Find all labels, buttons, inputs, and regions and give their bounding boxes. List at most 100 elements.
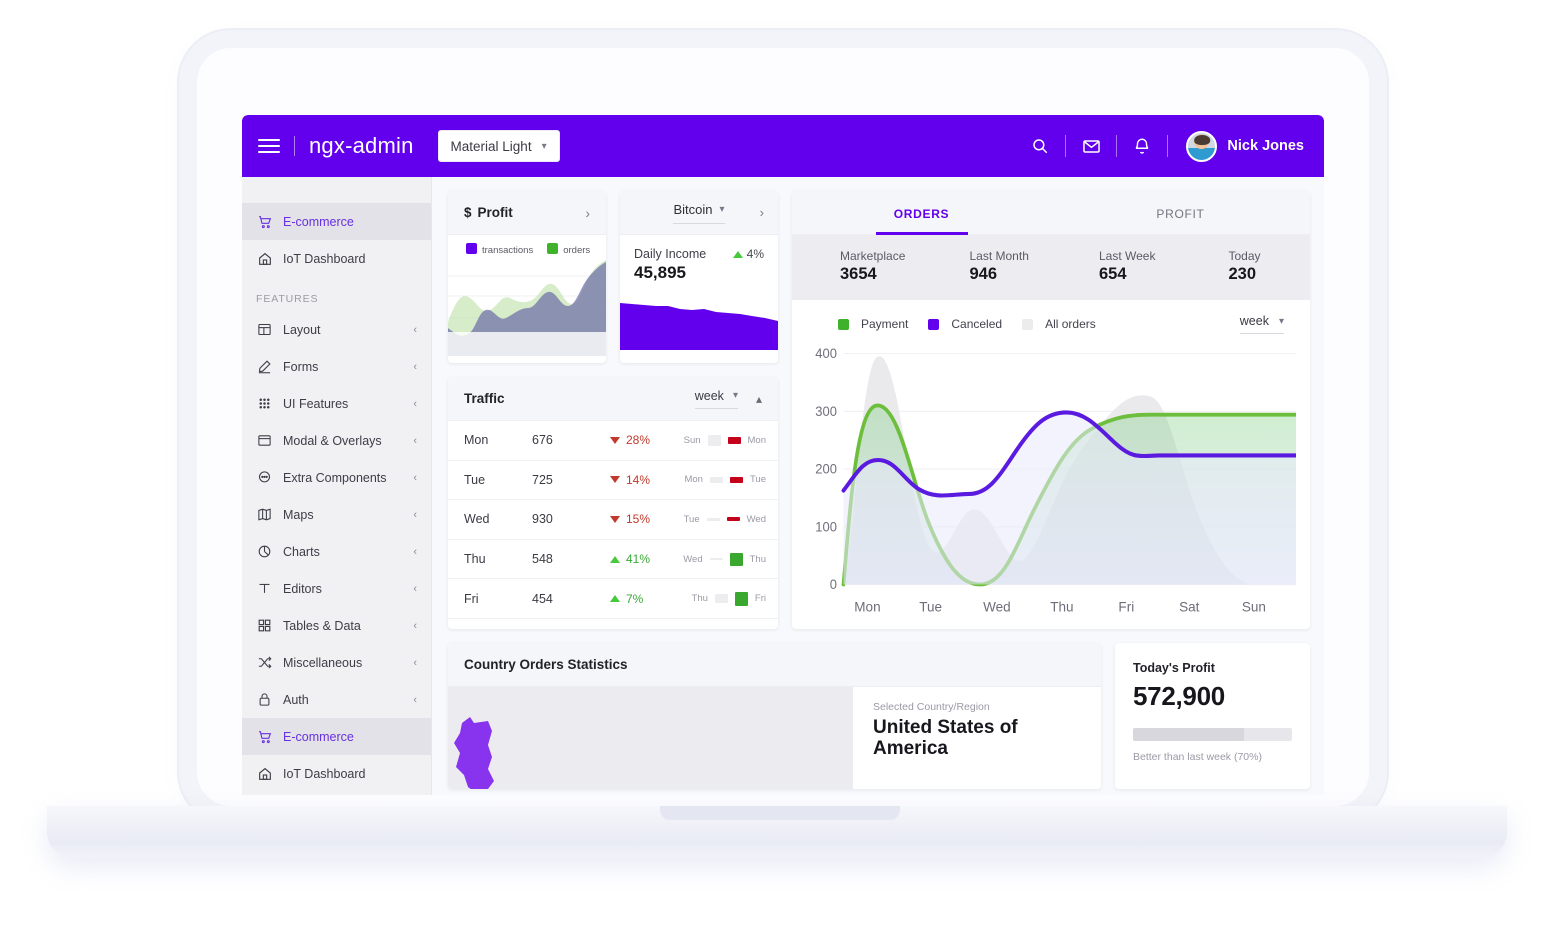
orders-period-select[interactable]: week ▾ (1239, 314, 1284, 334)
mini-bar-prev (709, 476, 723, 483)
todays-profit-card: Today's Profit 572,900 Better than last … (1115, 643, 1310, 789)
chevron-left-icon: ‹ (413, 471, 417, 484)
svg-text:100: 100 (815, 519, 837, 534)
tab-profit[interactable]: PROFIT (1051, 191, 1310, 234)
table-row[interactable]: Tue 725 14% Mon Tue (448, 461, 778, 501)
triangle-down-icon (610, 515, 620, 523)
bitcoin-currency-label: Bitcoin (673, 201, 713, 217)
legend-label: All orders (1045, 317, 1096, 331)
sidebar-item-ecommerce-top[interactable]: E-commerce (242, 203, 431, 240)
stat-label: Marketplace (840, 249, 906, 263)
app-window: ngx-admin Material Light ▾ Nick Jones E-… (242, 115, 1324, 795)
header-icon-sep-1 (1065, 135, 1067, 157)
stat-last-month: Last Month 946 (922, 249, 1052, 284)
traffic-period-select[interactable]: week ▾ (694, 389, 738, 409)
grid-dots-icon (256, 395, 273, 412)
todays-profit-progress (1133, 728, 1292, 741)
sidebar-item-ui-features[interactable]: UI Features ‹ (242, 385, 431, 422)
daily-income-delta: 4% (732, 247, 764, 261)
sidebar-item-layout[interactable]: Layout ‹ (242, 311, 431, 348)
bitcoin-card: Bitcoin ▾ › Daily Income 4% 45,895 (620, 191, 778, 363)
triangle-down-icon (610, 476, 620, 484)
mini-bar-prev (707, 434, 721, 446)
chevron-right-icon[interactable]: › (585, 205, 590, 221)
country-card-header: Country Orders Statistics (448, 643, 1101, 687)
chevron-left-icon: ‹ (413, 656, 417, 669)
traffic-mini-compare: Thu Fri (682, 591, 766, 606)
small-cards-row: $ Profit › transactions orders Bitcoin ▾… (448, 191, 778, 363)
legend-payment[interactable]: Payment (838, 317, 908, 331)
sidebar-item-tables-data[interactable]: Tables & Data ‹ (242, 607, 431, 644)
search-icon[interactable] (1023, 129, 1057, 163)
mini-bar-prev (706, 517, 720, 521)
bitcoin-card-body: Daily Income 4% 45,895 (620, 235, 778, 283)
pencil-icon (256, 358, 273, 375)
stat-value: 230 (1228, 265, 1257, 283)
traffic-delta: 28% (610, 433, 682, 447)
hamburger-icon[interactable] (258, 135, 280, 157)
mini-bar-prev (714, 594, 728, 604)
sidebar-item-iot-top[interactable]: IoT Dashboard (242, 240, 431, 277)
legend-all-orders[interactable]: All orders (1022, 317, 1096, 331)
sidebar-item-label: Editors (283, 581, 322, 596)
triangle-up-icon (610, 555, 620, 563)
sidebar-group-features: FEATURES (256, 293, 319, 305)
traffic-delta: 7% (610, 592, 682, 606)
traffic-mini-compare: Wed Thu (682, 552, 766, 566)
traffic-value: 548 (532, 552, 553, 567)
cart-icon (256, 728, 273, 745)
profit-area-chart (448, 260, 606, 356)
brand-title[interactable]: ngx-admin (309, 133, 414, 159)
sidebar-item-miscellaneous[interactable]: Miscellaneous ‹ (242, 644, 431, 681)
legend-swatch (928, 318, 940, 330)
traffic-prev-label: Sun (683, 434, 701, 446)
sidebar-item-modal-overlays[interactable]: Modal & Overlays ‹ (242, 422, 431, 459)
traffic-prev-label: Mon (684, 474, 703, 486)
traffic-pct: 41% (626, 552, 651, 567)
traffic-mini-compare: Tue Wed (682, 514, 766, 525)
sidebar-item-auth[interactable]: Auth ‹ (242, 681, 431, 718)
traffic-day: Tue (464, 472, 486, 487)
cart-icon (256, 213, 273, 230)
traffic-value: 725 (532, 472, 553, 487)
table-row[interactable]: Wed 930 15% Tue Wed (448, 500, 778, 540)
stat-value: 946 (969, 265, 998, 283)
pie-icon (256, 543, 273, 560)
sidebar-item-editors[interactable]: Editors ‹ (242, 570, 431, 607)
sidebar-item-extra-components[interactable]: Extra Components ‹ (242, 459, 431, 496)
sidebar-item-maps[interactable]: Maps ‹ (242, 496, 431, 533)
table-icon (256, 617, 273, 634)
world-map[interactable] (448, 687, 853, 789)
legend-swatch (466, 243, 477, 254)
theme-select[interactable]: Material Light ▾ (437, 130, 560, 162)
traffic-day: Thu (464, 552, 486, 567)
delta-value: 4% (746, 247, 764, 261)
left-column: $ Profit › transactions orders Bitcoin ▾… (448, 191, 778, 629)
sidebar-item-charts[interactable]: Charts ‹ (242, 533, 431, 570)
traffic-next-label: Wed (746, 513, 766, 525)
traffic-pct: 28% (626, 433, 651, 448)
table-row[interactable]: Fri 454 7% Thu Fri (448, 579, 778, 619)
country-orders-card: Country Orders Statistics Selected Count… (448, 643, 1101, 789)
sidebar-item-ecommerce-bottom[interactable]: E-commerce (242, 718, 431, 755)
chevron-up-icon[interactable]: ▴ (756, 392, 762, 406)
sidebar-item-label: UI Features (283, 396, 349, 411)
traffic-mini-compare: Sun Mon (682, 434, 766, 446)
country-card-body: Selected Country/Region United States of… (448, 687, 1101, 789)
table-row[interactable]: Mon 676 28% Sun Mon (448, 421, 778, 461)
tab-orders[interactable]: ORDERS (792, 191, 1051, 234)
bell-icon[interactable] (1125, 129, 1159, 163)
table-row[interactable]: Thu 548 41% Wed Thu (448, 540, 778, 580)
legend-label: Canceled (951, 317, 1003, 331)
profit-legend: transactions orders (448, 235, 606, 260)
email-icon[interactable] (1074, 129, 1108, 163)
user-menu[interactable]: Nick Jones (1186, 130, 1304, 162)
sidebar-item-forms[interactable]: Forms ‹ (242, 348, 431, 385)
legend-canceled[interactable]: Canceled (928, 317, 1002, 331)
chevron-right-icon[interactable]: › (760, 205, 764, 220)
traffic-next-label: Thu (749, 553, 766, 565)
svg-text:Thu: Thu (1050, 598, 1073, 614)
sidebar-item-iot-bottom[interactable]: IoT Dashboard (242, 755, 431, 792)
bitcoin-currency-select[interactable]: Bitcoin ▾ (673, 201, 725, 224)
svg-text:Wed: Wed (983, 598, 1011, 614)
